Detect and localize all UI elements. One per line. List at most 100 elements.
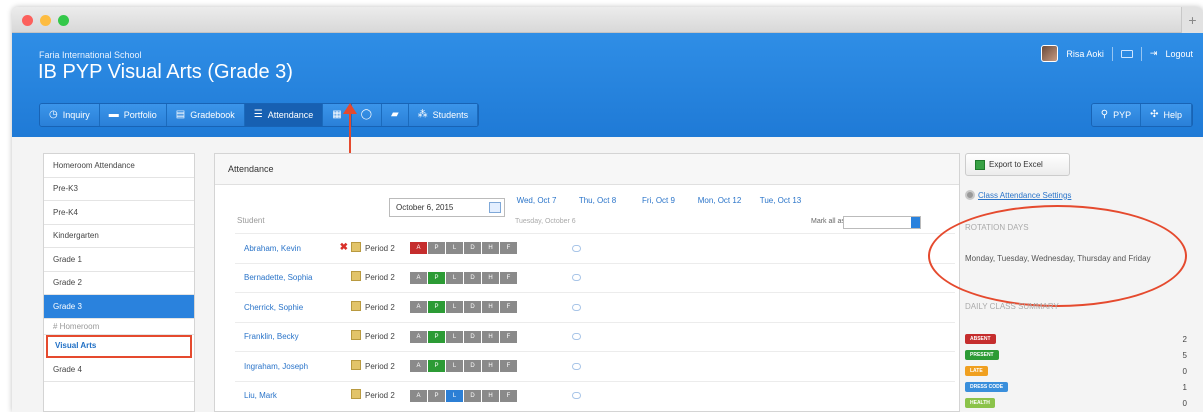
comment-icon[interactable] xyxy=(572,333,581,341)
sidebar-item-grade-1[interactable]: Grade 1 xyxy=(44,248,194,272)
attendance-code-f[interactable]: F xyxy=(500,271,517,284)
attendance-code-f[interactable]: F xyxy=(500,330,517,343)
period-label: Period 2 xyxy=(365,243,395,253)
nav-item-gradebook[interactable]: ▤ Gradebook xyxy=(166,104,245,126)
comment-icon[interactable] xyxy=(572,274,581,282)
class-sidebar: Homeroom Attendance Pre-K3 Pre-K4 Kindergar… xyxy=(43,153,195,412)
student-name[interactable]: Ingraham, Joseph xyxy=(235,359,365,371)
sidebar-item-pre-k4[interactable]: Pre-K4 xyxy=(44,201,194,225)
attendance-code-f[interactable]: F xyxy=(500,360,517,373)
main-nav: ◷ Inquiry ▬ Portfolio ▤ Gradebook ☰ Attendance ▦… xyxy=(39,103,480,127)
nav-item-pyp[interactable]: ⚲ PYP xyxy=(1091,104,1142,126)
sidebar-item-grade-4[interactable]: Grade 4 xyxy=(44,358,194,382)
attendance-code-l[interactable]: L xyxy=(446,330,463,343)
attendance-code-l[interactable]: L xyxy=(446,271,463,284)
attendance-code-p[interactable]: P xyxy=(428,389,445,402)
sidebar-item-kindergarten[interactable]: Kindergarten xyxy=(44,225,194,248)
nav-item-inquiry[interactable]: ◷ Inquiry xyxy=(40,104,100,126)
attendance-code-l[interactable]: L xyxy=(446,360,463,373)
summary-count: 0 xyxy=(1182,366,1187,376)
attendance-code-h[interactable]: H xyxy=(482,301,499,314)
note-icon[interactable] xyxy=(351,300,361,311)
nav-item-folder[interactable]: ▰ xyxy=(381,104,409,126)
comment-icon[interactable] xyxy=(572,244,581,252)
attendance-code-l[interactable]: L xyxy=(446,242,463,255)
attendance-code-d[interactable]: D xyxy=(464,330,481,343)
attendance-code-d[interactable]: D xyxy=(464,301,481,314)
attendance-code-p[interactable]: P xyxy=(428,271,445,284)
nav-item-attendance[interactable]: ☰ Attendance xyxy=(244,104,324,126)
attendance-code-d[interactable]: D xyxy=(464,242,481,255)
day-link[interactable]: Wed, Oct 7 xyxy=(506,192,567,210)
note-icon[interactable] xyxy=(351,241,361,252)
student-flags xyxy=(351,300,361,311)
attendance-code-h[interactable]: H xyxy=(482,360,499,373)
nav-item-help[interactable]: ✣ Help xyxy=(1141,104,1192,126)
student-name[interactable]: Franklin, Becky xyxy=(235,330,365,341)
class-attendance-settings-link[interactable]: Class Attendance Settings xyxy=(965,190,1071,200)
attendance-code-d[interactable]: D xyxy=(464,271,481,284)
attendance-code-h[interactable]: H xyxy=(482,389,499,402)
briefcase-icon: ▬ xyxy=(108,109,119,120)
day-link[interactable]: Thu, Oct 8 xyxy=(567,192,628,210)
attendance-code-f[interactable]: F xyxy=(500,242,517,255)
attendance-code-l[interactable]: L xyxy=(446,301,463,314)
attendance-code-a[interactable]: A xyxy=(410,330,427,343)
table-row: Franklin, Becky Period 2 APLDHF xyxy=(235,321,955,352)
attendance-code-p[interactable]: P xyxy=(428,301,445,314)
attendance-code-d[interactable]: D xyxy=(464,389,481,402)
nav-item-students[interactable]: ⁂ Students xyxy=(408,104,479,126)
note-icon[interactable] xyxy=(351,271,361,282)
status-badge: ABSENT xyxy=(965,334,996,344)
student-name[interactable]: Liu, Mark xyxy=(235,389,365,400)
attendance-code-a[interactable]: A xyxy=(410,389,427,402)
user-name[interactable]: Risa Aoki xyxy=(1066,49,1104,59)
date-picker-input[interactable]: October 6, 2015 xyxy=(389,198,505,217)
attendance-code-a[interactable]: A xyxy=(410,271,427,284)
day-link[interactable]: Tue, Oct 13 xyxy=(750,192,811,210)
comment-icon[interactable] xyxy=(572,303,581,311)
sidebar-item-pre-k3[interactable]: Pre-K3 xyxy=(44,178,194,201)
export-label: Export to Excel xyxy=(989,160,1043,169)
note-icon[interactable] xyxy=(351,359,361,370)
sidebar-item-grade-3[interactable]: Grade 3 xyxy=(44,295,194,319)
comment-icon[interactable] xyxy=(572,392,581,400)
attendance-code-f[interactable]: F xyxy=(500,301,517,314)
attendance-code-h[interactable]: H xyxy=(482,271,499,284)
student-name[interactable]: Abraham, Kevin ✖ xyxy=(235,241,365,253)
avatar[interactable] xyxy=(1041,45,1059,62)
mail-icon[interactable] xyxy=(1120,49,1133,58)
mark-all-select[interactable] xyxy=(843,216,921,229)
logout-link[interactable]: Logout xyxy=(1165,49,1193,59)
attendance-code-a[interactable]: A xyxy=(410,360,427,373)
day-link[interactable]: Fri, Oct 9 xyxy=(628,192,689,210)
student-name-label: Cherrick, Sophie xyxy=(244,302,304,312)
student-name[interactable]: Cherrick, Sophie xyxy=(235,300,365,312)
calendar-icon[interactable] xyxy=(489,202,501,213)
minimize-window-button[interactable] xyxy=(40,15,51,26)
close-window-button[interactable] xyxy=(22,15,33,26)
new-tab-button[interactable]: + xyxy=(1181,7,1203,33)
attendance-code-p[interactable]: P xyxy=(428,330,445,343)
day-link[interactable]: Mon, Oct 12 xyxy=(689,192,750,210)
attendance-code-l[interactable]: L xyxy=(446,389,463,402)
maximize-window-button[interactable] xyxy=(58,15,69,26)
attendance-code-h[interactable]: H xyxy=(482,242,499,255)
sidebar-item-grade-2[interactable]: Grade 2 xyxy=(44,272,194,295)
note-icon[interactable] xyxy=(351,389,361,400)
attendance-code-a[interactable]: A xyxy=(410,242,427,255)
sidebar-item-visual-arts[interactable]: Visual Arts xyxy=(46,334,192,358)
attendance-code-d[interactable]: D xyxy=(464,360,481,373)
attendance-code-a[interactable]: A xyxy=(410,301,427,314)
sidebar-item-homeroom-attendance[interactable]: Homeroom Attendance xyxy=(44,154,194,178)
attendance-code-p[interactable]: P xyxy=(428,242,445,255)
comment-icon[interactable] xyxy=(572,362,581,370)
attendance-code-p[interactable]: P xyxy=(428,360,445,373)
student-name[interactable]: Bernadette, Sophia xyxy=(235,271,365,282)
sidebar-item-homeroom[interactable]: # Homeroom xyxy=(44,319,194,335)
attendance-code-h[interactable]: H xyxy=(482,330,499,343)
nav-item-portfolio[interactable]: ▬ Portfolio xyxy=(99,104,167,126)
note-icon[interactable] xyxy=(351,330,361,341)
attendance-code-f[interactable]: F xyxy=(500,389,517,402)
export-excel-button[interactable]: Export to Excel xyxy=(965,153,1070,176)
